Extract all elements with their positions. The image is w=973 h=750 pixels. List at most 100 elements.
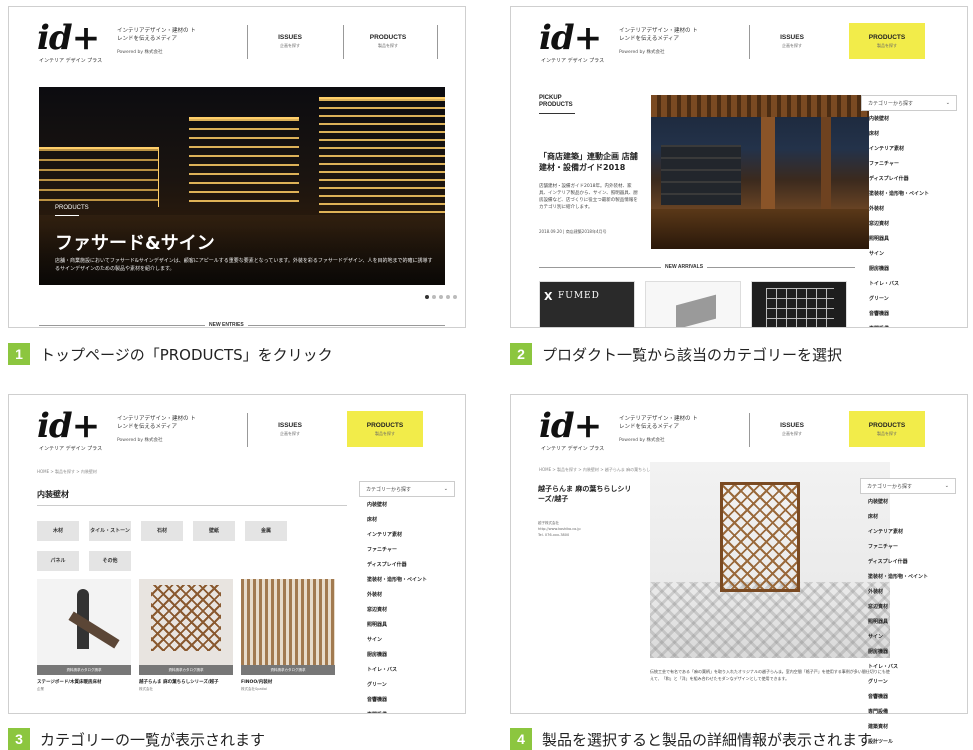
category-item[interactable]: 外装材: [861, 201, 957, 216]
breadcrumb[interactable]: HOME > 製品を探す > 内装壁材: [37, 469, 97, 475]
logo-subtext: インテリア デザイン プラス: [541, 58, 605, 64]
category-item[interactable]: トイレ・バス: [860, 659, 956, 674]
category-item[interactable]: 建築資材: [860, 719, 956, 734]
category-item[interactable]: ファニチャー: [860, 539, 956, 554]
category-item[interactable]: グリーン: [860, 674, 956, 689]
pickup-title[interactable]: 「商店建築」連動企画 店舗建材・設備ガイド2018: [539, 151, 639, 173]
nav-products-label: PRODUCTS: [366, 421, 404, 429]
nav-issues-button[interactable]: ISSUES 企画を探す: [255, 23, 325, 59]
subcategory-chip[interactable]: タイル・ストーン: [89, 521, 131, 541]
floor: [651, 209, 869, 249]
site-logo[interactable]: id+: [539, 21, 602, 55]
site-logo[interactable]: id+: [37, 21, 100, 55]
nav-products-sub: 製品を探す: [375, 430, 395, 436]
product-main-image[interactable]: [650, 462, 890, 658]
product-card[interactable]: 資料請求カタログ請求 越子らんま 麻の葉ちらしシリーズ/越子 株式会社: [139, 579, 233, 692]
category-item[interactable]: ディスプレイ什器: [359, 557, 455, 572]
category-item[interactable]: 塗装材・造形物・ペイント: [359, 572, 455, 587]
category-select[interactable]: カテゴリーから探す ⌄: [861, 95, 957, 111]
subcategory-chip[interactable]: パネル: [37, 551, 79, 571]
category-item[interactable]: 専門設備: [861, 321, 957, 327]
pickup-image[interactable]: [651, 95, 869, 249]
category-item[interactable]: 専門設備: [860, 704, 956, 719]
catalog-request-bar[interactable]: 資料請求カタログ請求: [37, 665, 131, 675]
category-item[interactable]: トイレ・バス: [359, 662, 455, 677]
site-logo[interactable]: id+: [539, 409, 602, 443]
hero-slide[interactable]: PRODUCTS ファサード&サイン 店舗・商業施設においてファサード&サインデ…: [39, 87, 445, 285]
category-item[interactable]: グリーン: [861, 291, 957, 306]
category-item[interactable]: 窓辺資材: [860, 599, 956, 614]
subcategory-chip[interactable]: 石材: [141, 521, 183, 541]
category-select[interactable]: カテゴリーから探す ⌄: [359, 481, 455, 497]
category-item[interactable]: 設計ツール: [860, 734, 956, 749]
category-item[interactable]: グリーン: [359, 677, 455, 692]
category-item[interactable]: サイン: [860, 629, 956, 644]
category-item[interactable]: 窓辺資材: [359, 602, 455, 617]
category-item[interactable]: 外装材: [359, 587, 455, 602]
slide-dot[interactable]: [439, 295, 443, 299]
slide-indicator[interactable]: [425, 295, 457, 299]
category-select[interactable]: カテゴリーから探す ⌄: [860, 478, 956, 494]
slide-dot[interactable]: [425, 295, 429, 299]
new-arrival-thumb[interactable]: X FUMED: [539, 281, 635, 327]
category-item[interactable]: 床材: [359, 512, 455, 527]
nav-issues-button[interactable]: ISSUES 企画を探す: [757, 411, 827, 447]
category-item[interactable]: 照明器具: [861, 231, 957, 246]
subcategory-chip[interactable]: その他: [89, 551, 131, 571]
category-item[interactable]: 内装壁材: [860, 494, 956, 509]
product-name[interactable]: FINOO/内装材: [241, 679, 335, 685]
divider: [437, 25, 438, 59]
nav-products-button[interactable]: PRODUCTS 製品を探す: [849, 411, 925, 447]
category-item[interactable]: 照明器具: [860, 614, 956, 629]
category-item[interactable]: サイン: [861, 246, 957, 261]
category-item[interactable]: 音響機器: [861, 306, 957, 321]
category-item[interactable]: 外装材: [860, 584, 956, 599]
product-image: [139, 579, 233, 665]
category-item[interactable]: インテリア素材: [359, 527, 455, 542]
category-item[interactable]: 床材: [860, 509, 956, 524]
product-name[interactable]: ステージボード/木質床暖房床材: [37, 679, 131, 685]
lattice-pattern: [151, 585, 221, 651]
slide-dot[interactable]: [453, 295, 457, 299]
new-arrival-thumb[interactable]: [645, 281, 741, 327]
category-item[interactable]: ファニチャー: [359, 542, 455, 557]
slide-dot[interactable]: [432, 295, 436, 299]
category-item[interactable]: ディスプレイ什器: [861, 171, 957, 186]
nav-issues-button[interactable]: ISSUES 企画を探す: [757, 23, 827, 59]
category-item[interactable]: 照明器具: [359, 617, 455, 632]
product-name[interactable]: 越子らんま 麻の葉ちらしシリーズ/越子: [139, 679, 233, 685]
category-item[interactable]: 内装壁材: [861, 111, 957, 126]
category-item[interactable]: インテリア素材: [861, 141, 957, 156]
nav-products-button[interactable]: PRODUCTS 製品を探す: [849, 23, 925, 59]
category-item[interactable]: 窓辺資材: [861, 216, 957, 231]
product-card[interactable]: 資料請求カタログ請求 ステージボード/木質床暖房床材 企業: [37, 579, 131, 692]
category-item[interactable]: ファニチャー: [861, 156, 957, 171]
category-item[interactable]: 内装壁材: [359, 497, 455, 512]
category-item[interactable]: サイン: [359, 632, 455, 647]
category-item[interactable]: 専門設備: [359, 707, 455, 713]
category-select-label: カテゴリーから探す: [366, 486, 412, 493]
category-item[interactable]: 塗装材・造形物・ペイント: [860, 569, 956, 584]
category-item[interactable]: 床材: [861, 126, 957, 141]
new-arrival-thumb[interactable]: [751, 281, 847, 327]
category-item[interactable]: 厨房機器: [861, 261, 957, 276]
category-item[interactable]: 厨房機器: [359, 647, 455, 662]
category-item[interactable]: 厨房機器: [860, 644, 956, 659]
catalog-request-bar[interactable]: 資料請求カタログ請求: [139, 665, 233, 675]
catalog-request-bar[interactable]: 資料請求カタログ請求: [241, 665, 335, 675]
category-item[interactable]: インテリア素材: [860, 524, 956, 539]
slide-dot[interactable]: [446, 295, 450, 299]
nav-products-button[interactable]: PRODUCTS 製品を探す: [353, 23, 423, 59]
category-item[interactable]: 音響機器: [359, 692, 455, 707]
nav-products-button[interactable]: PRODUCTS 製品を探す: [347, 411, 423, 447]
nav-issues-button[interactable]: ISSUES 企画を探す: [255, 411, 325, 447]
category-item[interactable]: 音響機器: [860, 689, 956, 704]
category-item[interactable]: トイレ・バス: [861, 276, 957, 291]
product-card[interactable]: 資料請求カタログ請求 FINOO/内装材 株式会社Spatial: [241, 579, 335, 692]
subcategory-chip[interactable]: 木材: [37, 521, 79, 541]
category-item[interactable]: ディスプレイ什器: [860, 554, 956, 569]
subcategory-chip[interactable]: 金属: [245, 521, 287, 541]
site-logo[interactable]: id+: [37, 409, 100, 443]
category-item[interactable]: 塗装材・造形物・ペイント: [861, 186, 957, 201]
subcategory-chip[interactable]: 壁紙: [193, 521, 235, 541]
